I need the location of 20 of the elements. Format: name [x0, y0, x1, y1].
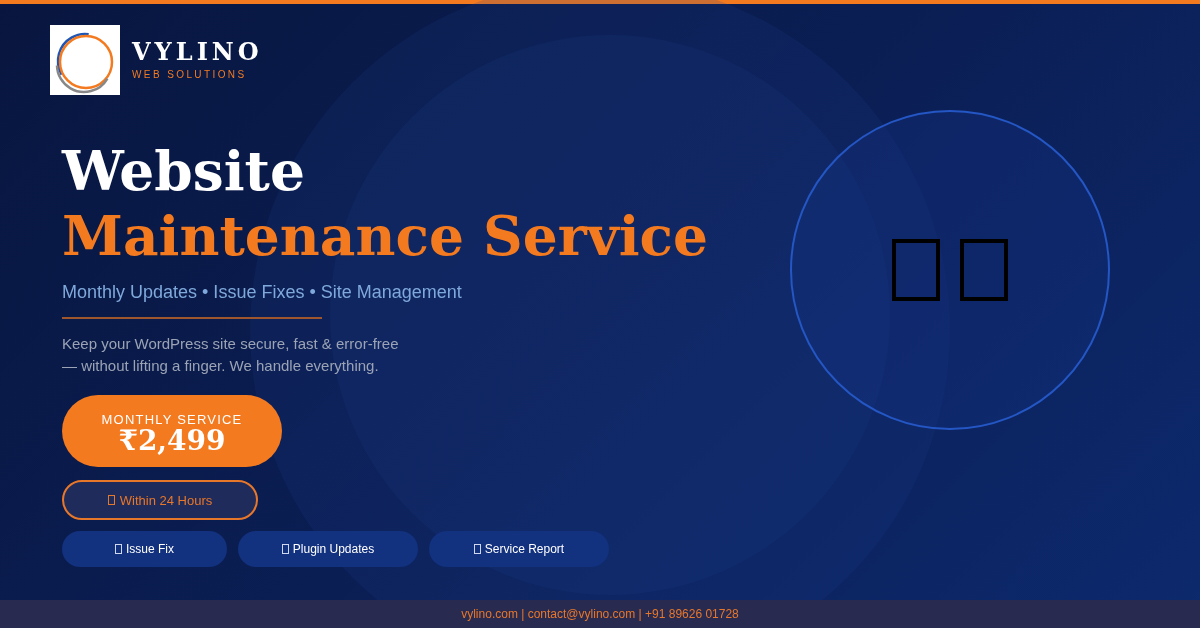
logo-icon	[50, 25, 120, 95]
feature-label: Issue Fix	[126, 542, 174, 556]
missing-glyph-icon	[892, 239, 940, 301]
brand-name: VYLINO	[132, 40, 263, 64]
contact-info: vylino.com | contact@vylino.com | +91 89626 01728	[461, 607, 739, 621]
missing-glyph-icon	[107, 495, 115, 505]
headline-highlight: Maintenance Service	[62, 203, 709, 269]
missing-glyph-icon	[115, 544, 122, 554]
feature-label: Service Report	[484, 542, 565, 556]
brand-tagline: WEB SOLUTIONS	[132, 70, 248, 80]
missing-glyph-icon	[281, 544, 289, 554]
missing-glyph-icon	[473, 544, 481, 554]
headline: Website	[62, 139, 305, 203]
price-label: MONTHLY SERVICE	[101, 411, 243, 427]
description: Keep your WordPress site secure, fast & error-free — without lifting a finger. We handle everything.	[62, 334, 399, 376]
missing-glyph-icon	[960, 239, 1008, 301]
price-amount: ₹2,499	[118, 426, 226, 455]
turnaround-label: Within 24 Hours	[119, 492, 213, 508]
feature-label: Plugin Updates	[292, 542, 375, 556]
subtitle: Monthly Updates • Issue Fixes • Site Management	[62, 281, 462, 303]
